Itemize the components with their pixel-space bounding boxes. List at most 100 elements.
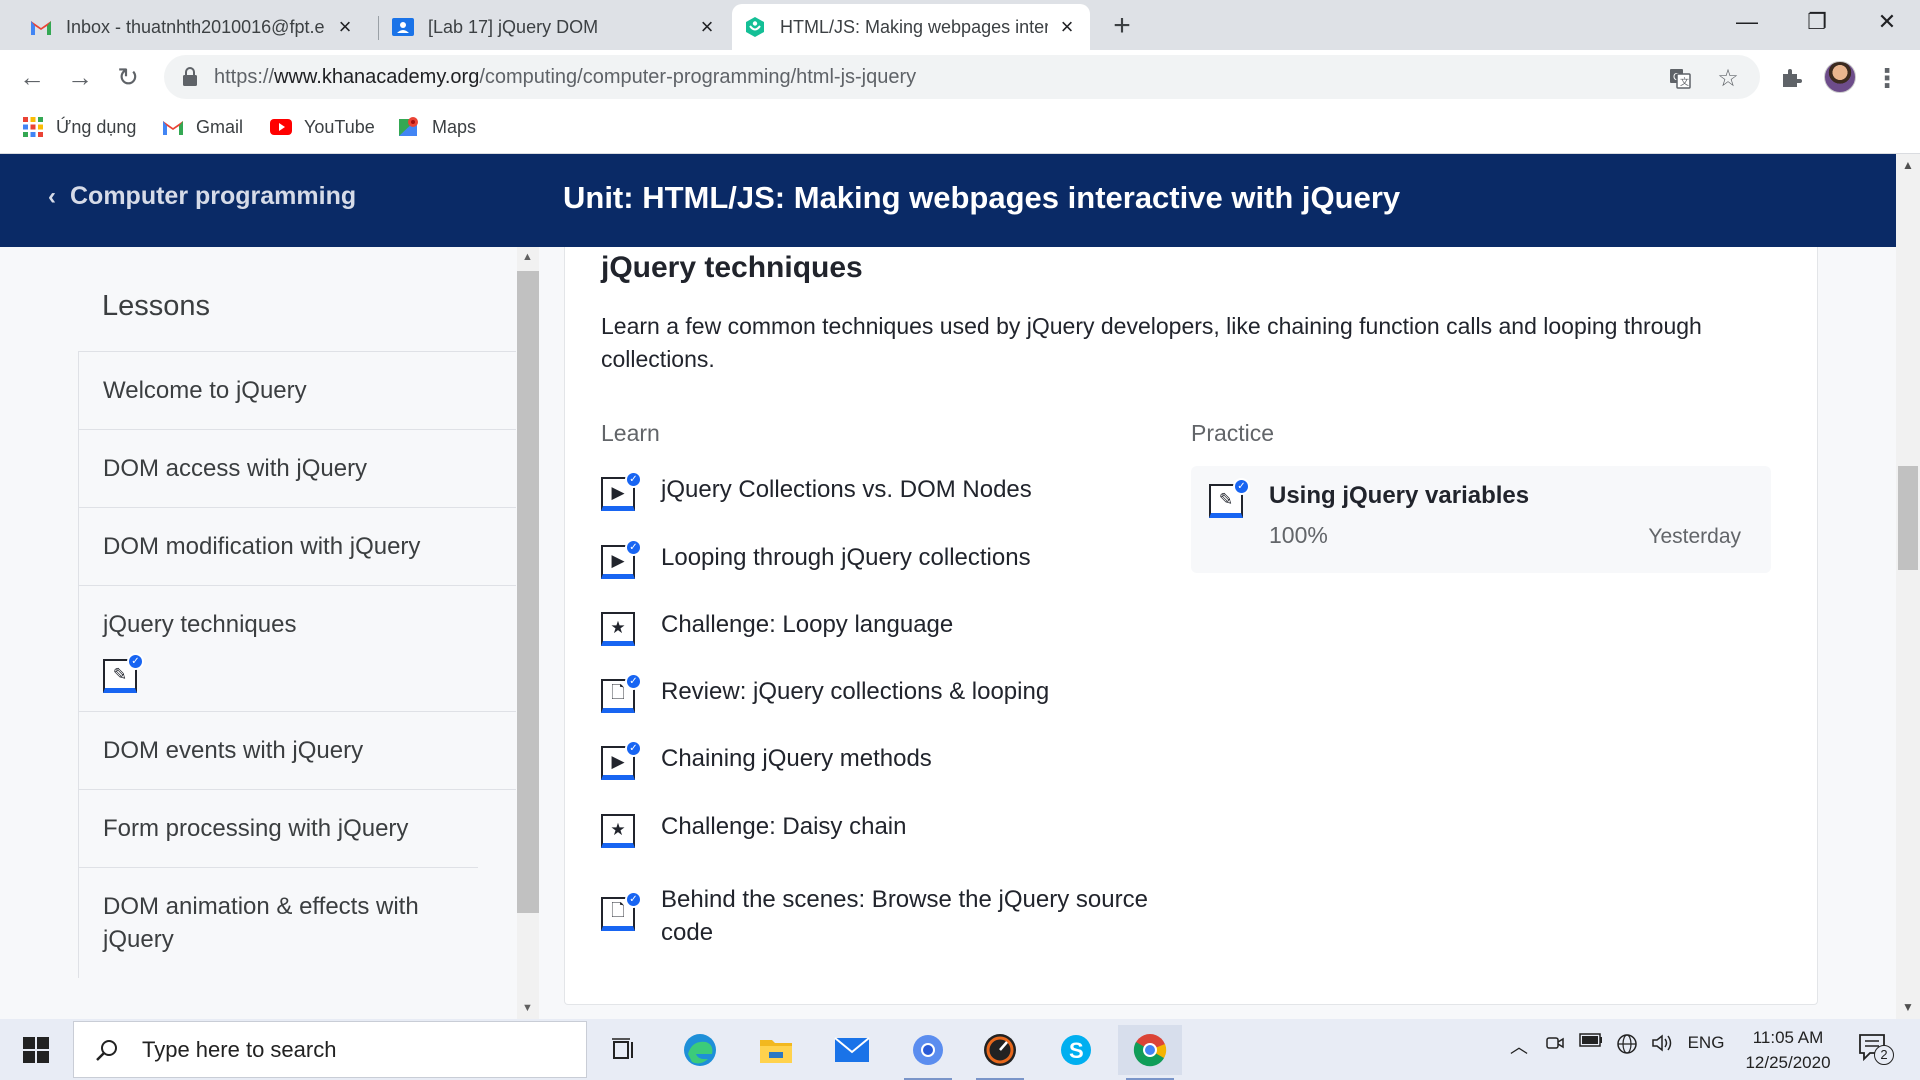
learn-item-behind-the-scenes[interactable]: 🗋 ✓ Behind the scenes: Browse the jQuery… xyxy=(601,883,1161,949)
maps-icon xyxy=(398,116,420,138)
learn-item-challenge-daisy-chain[interactable]: ★ Challenge: Daisy chain xyxy=(601,810,1141,850)
sidebar-item-dom-events[interactable]: DOM events with jQuery xyxy=(78,711,516,789)
scrollbar-thumb[interactable] xyxy=(517,271,539,913)
extensions-puzzle-icon[interactable] xyxy=(1776,63,1806,93)
practice-item-using-jquery-variables[interactable]: ✎ ✓ Using jQuery variables 100% Yesterda… xyxy=(1191,466,1771,573)
search-icon xyxy=(92,1035,122,1065)
learn-item-chaining-methods[interactable]: ▶ ✓ Chaining jQuery methods xyxy=(601,740,1141,782)
learn-item-collections-vs-dom-nodes[interactable]: ▶ ✓ jQuery Collections vs. DOM Nodes xyxy=(601,471,1141,513)
khan-academy-icon xyxy=(744,16,766,38)
battery-icon[interactable] xyxy=(1578,1033,1604,1047)
learn-item-looping-collections[interactable]: ▶ ✓ Looping through jQuery collections xyxy=(601,539,1141,581)
sidebar-item-form-processing[interactable]: Form processing with jQuery xyxy=(78,789,516,867)
input-language-indicator[interactable]: ENG xyxy=(1686,1033,1726,1053)
scrollbar-thumb[interactable] xyxy=(1898,466,1918,570)
show-hidden-icons-chevron-icon[interactable]: ︿ xyxy=(1506,1033,1532,1059)
scroll-down-arrow-icon[interactable]: ▼ xyxy=(522,1002,533,1014)
windows-taskbar: Type here to search S ︿ ENG 11:05 AM 12/… xyxy=(0,1019,1920,1080)
practice-progress-icon: ✎ ✓ xyxy=(103,653,144,693)
lock-icon[interactable] xyxy=(182,67,198,87)
check-badge-icon: ✓ xyxy=(625,740,642,757)
skype-icon[interactable]: S xyxy=(1044,1025,1108,1075)
lessons-heading: Lessons xyxy=(102,290,211,322)
article-progress-icon: 🗋 ✓ xyxy=(601,673,642,715)
page-content: Lessons Welcome to jQuery DOM access wit… xyxy=(0,247,1896,1019)
close-tab-icon[interactable]: × xyxy=(696,14,718,39)
taskbar-clock[interactable]: 11:05 AM 12/25/2020 xyxy=(1728,1025,1848,1075)
check-badge-icon: ✓ xyxy=(1233,478,1250,495)
learn-item-label: jQuery Collections vs. DOM Nodes xyxy=(661,476,1032,503)
check-badge-icon: ✓ xyxy=(625,673,642,690)
practice-progress-icon: ✎ ✓ xyxy=(1209,478,1250,518)
tab-divider xyxy=(378,16,379,40)
challenge-progress-icon: ★ xyxy=(601,608,639,648)
sidebar-item-label: DOM events with jQuery xyxy=(103,737,364,764)
address-bar[interactable]: https://www.khanacademy.org/computing/co… xyxy=(164,55,1760,99)
sidebar-item-jquery-techniques[interactable]: jQuery techniques ✎ ✓ xyxy=(78,585,516,711)
forward-arrow-icon[interactable]: → xyxy=(62,59,98,95)
network-globe-icon[interactable] xyxy=(1614,1033,1640,1055)
task-view-icon[interactable] xyxy=(592,1025,656,1075)
new-tab-button[interactable]: + xyxy=(1106,9,1138,42)
close-window-button[interactable]: ✕ xyxy=(1852,0,1920,44)
bookmark-maps[interactable]: Maps xyxy=(398,116,476,138)
speed-test-app-icon[interactable] xyxy=(968,1025,1032,1080)
profile-avatar[interactable] xyxy=(1824,61,1856,93)
windows-logo-icon xyxy=(23,1036,49,1063)
bookmark-label: YouTube xyxy=(304,116,375,137)
close-tab-icon[interactable]: × xyxy=(334,14,356,39)
edge-browser-icon[interactable] xyxy=(668,1025,732,1075)
bookmark-star-icon[interactable]: ☆ xyxy=(1714,64,1742,92)
browser-menu-icon[interactable]: ⋮ xyxy=(1872,63,1902,93)
practice-score: 100% xyxy=(1269,522,1328,548)
chromium-app-icon[interactable] xyxy=(896,1025,960,1080)
sidebar-item-welcome-to-jquery[interactable]: Welcome to jQuery xyxy=(78,351,516,429)
scroll-up-arrow-icon[interactable]: ▲ xyxy=(1902,158,1914,172)
tab-lab17-jquery-dom[interactable]: [Lab 17] jQuery DOM × xyxy=(380,4,730,50)
chrome-icon[interactable] xyxy=(1118,1025,1182,1080)
learn-item-label: Looping through jQuery collections xyxy=(661,544,1031,571)
volume-icon[interactable] xyxy=(1648,1033,1676,1053)
minimize-button[interactable]: — xyxy=(1712,0,1782,44)
lesson-list-scrollbar[interactable]: ▲ ▼ xyxy=(517,247,539,1019)
bookmark-youtube[interactable]: YouTube xyxy=(270,116,375,138)
sidebar-item-dom-modification[interactable]: DOM modification with jQuery xyxy=(78,507,516,585)
learn-item-review-collections-looping[interactable]: 🗋 ✓ Review: jQuery collections & looping xyxy=(601,673,1141,715)
unit-title: Unit: HTML/JS: Making webpages interacti… xyxy=(563,180,1401,215)
bookmarks-bar: Ứng dụng Gmail YouTube Maps xyxy=(0,104,1920,154)
check-badge-icon: ✓ xyxy=(127,653,144,670)
clock-date: 12/25/2020 xyxy=(1745,1053,1831,1072)
tab-gmail-inbox[interactable]: Inbox - thuatnhth2010016@fpt.e × xyxy=(18,4,368,50)
close-tab-icon[interactable]: × xyxy=(1056,14,1078,39)
translate-icon[interactable]: G文 xyxy=(1666,64,1694,92)
scroll-down-arrow-icon[interactable]: ▼ xyxy=(1902,1000,1914,1014)
mail-icon[interactable] xyxy=(820,1025,884,1075)
action-center-notification-icon[interactable]: 2 xyxy=(1858,1033,1894,1067)
scroll-up-arrow-icon[interactable]: ▲ xyxy=(522,251,533,263)
back-arrow-icon[interactable]: ← xyxy=(14,59,50,95)
page-scrollbar[interactable]: ▲ ▼ xyxy=(1896,154,1920,1019)
back-to-course-link[interactable]: ‹ Computer programming xyxy=(48,182,356,211)
tab-khan-academy[interactable]: HTML/JS: Making webpages inter × xyxy=(732,4,1090,50)
bookmark-apps[interactable]: Ứng dụng xyxy=(22,116,136,138)
learn-item-label: Challenge: Loopy language xyxy=(661,611,954,638)
sidebar-item-dom-access[interactable]: DOM access with jQuery xyxy=(78,429,516,507)
taskbar-search-box[interactable]: Type here to search xyxy=(73,1021,587,1078)
learn-item-challenge-loopy-language[interactable]: ★ Challenge: Loopy language xyxy=(601,608,1141,648)
svg-text:文: 文 xyxy=(1680,76,1689,87)
windows-start-button[interactable] xyxy=(0,1019,72,1080)
unit-header: ‹ Computer programming Unit: HTML/JS: Ma… xyxy=(0,154,1896,247)
file-explorer-icon[interactable] xyxy=(744,1025,808,1075)
restore-button[interactable]: ❐ xyxy=(1782,0,1852,44)
star-icon: ★ xyxy=(601,612,635,646)
bookmark-gmail[interactable]: Gmail xyxy=(162,116,243,138)
meet-now-icon[interactable] xyxy=(1542,1033,1568,1053)
article-progress-icon: 🗋 ✓ xyxy=(601,891,642,933)
youtube-icon xyxy=(270,116,292,138)
reload-icon[interactable]: ↻ xyxy=(110,59,146,95)
sidebar-item-dom-animation[interactable]: DOM animation & effects with jQuery xyxy=(78,867,478,978)
bookmark-label: Maps xyxy=(432,116,477,137)
video-progress-icon: ▶ ✓ xyxy=(601,539,642,581)
video-progress-icon: ▶ ✓ xyxy=(601,740,642,782)
sidebar-item-label: Welcome to jQuery xyxy=(103,377,307,404)
